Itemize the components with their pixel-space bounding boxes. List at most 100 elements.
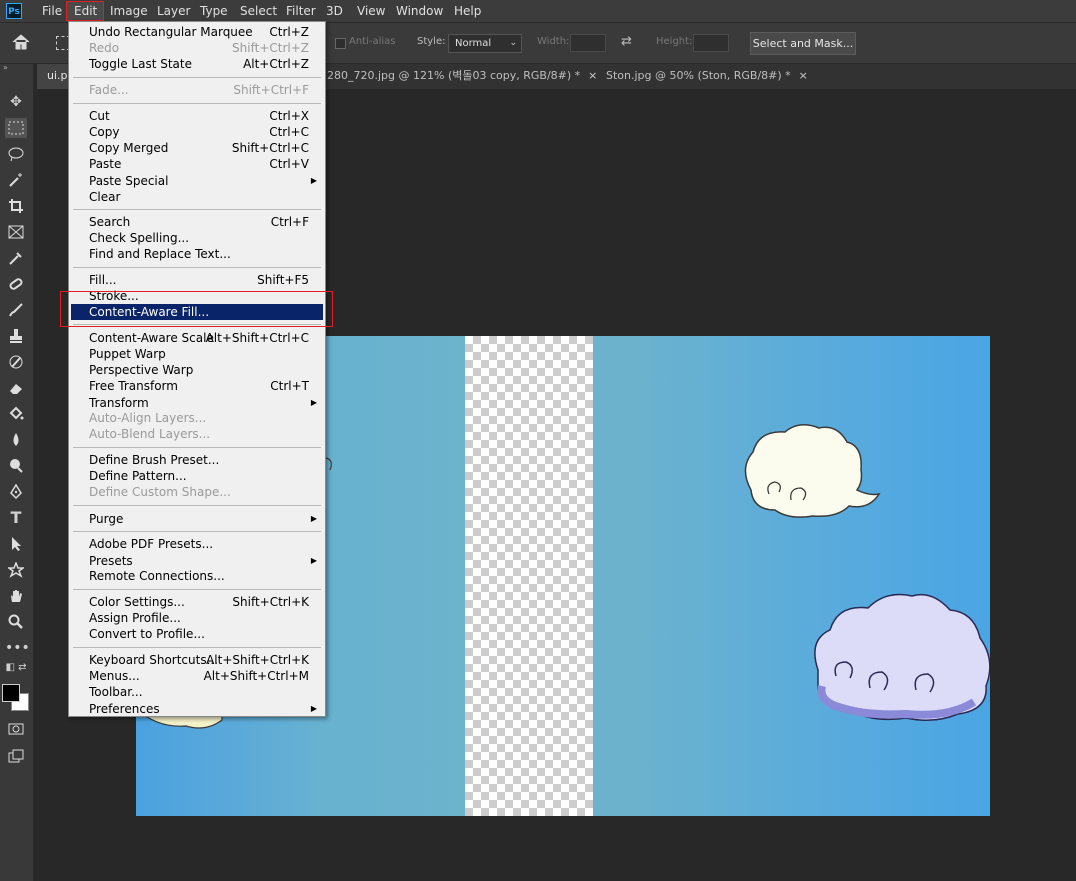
menu-item-check-spelling[interactable]: Check Spelling... [71, 230, 323, 246]
menu-item-purge[interactable]: Purge ▶ [71, 511, 323, 527]
hand-icon[interactable] [5, 586, 27, 606]
custom-shape-icon[interactable] [5, 560, 27, 580]
menu-item-paste-special[interactable]: Paste Special ▶ [71, 173, 323, 189]
tab-ston[interactable]: Ston.jpg @ 50% (Ston, RGB/8#) * × [606, 64, 808, 89]
menu-item-stroke[interactable]: Stroke... [71, 288, 323, 304]
select-and-mask-button[interactable]: Select and Mask... [750, 32, 856, 55]
style-label: Style: [417, 36, 446, 47]
menu-item-preferences[interactable]: Preferences ▶ [71, 701, 323, 717]
chevron-down-icon: ⌄ [509, 38, 517, 48]
dodge-icon[interactable] [5, 456, 27, 476]
menu-file[interactable]: File [42, 3, 62, 19]
frame-icon[interactable] [5, 222, 27, 242]
eraser-icon[interactable] [5, 378, 27, 398]
menu-separator [73, 447, 321, 448]
height-input[interactable] [693, 34, 729, 52]
menu-window[interactable]: Window [396, 3, 443, 19]
tab-label: Ston.jpg @ 50% (Ston, RGB/8#) * [606, 69, 791, 82]
eyedropper-icon[interactable] [5, 248, 27, 268]
menu-separator [73, 77, 321, 78]
path-selection-icon[interactable] [5, 534, 27, 554]
anti-alias-label: Anti-alias [349, 36, 396, 47]
menu-item-assign-profile[interactable]: Assign Profile... [71, 610, 323, 626]
menu-item-undo[interactable]: Undo Rectangular Marquee Ctrl+Z [71, 24, 323, 40]
menu-item-toggle-last-state[interactable]: Toggle Last State Alt+Ctrl+Z [71, 56, 323, 72]
style-dropdown[interactable]: Normal ⌄ [448, 34, 522, 53]
clone-stamp-icon[interactable] [5, 326, 27, 346]
menu-bar: Ps File Edit Image Layer Type Select Fil… [0, 0, 1076, 23]
close-icon[interactable]: × [588, 69, 597, 82]
rectangular-marquee-icon[interactable] [5, 118, 27, 138]
blur-icon[interactable] [5, 430, 27, 450]
tab-280-720[interactable]: 280_720.jpg @ 121% (벽돌03 copy, RGB/8#) *… [327, 64, 597, 89]
width-input[interactable] [570, 34, 606, 52]
menu-type[interactable]: Type [200, 3, 228, 19]
menu-edit[interactable]: Edit [74, 3, 97, 19]
anti-alias-checkbox[interactable] [335, 38, 346, 49]
menu-item-presets[interactable]: Presets ▶ [71, 553, 323, 569]
menu-view[interactable]: View [357, 3, 385, 19]
menu-separator [73, 324, 321, 325]
menu-item-fill[interactable]: Fill... Shift+F5 [71, 272, 323, 288]
toolbar-collapse-grip[interactable]: » [0, 64, 36, 74]
menu-item-adobe-pdf-presets[interactable]: Adobe PDF Presets... [71, 536, 323, 552]
default-colors-icon[interactable]: ◧ ⇄ [5, 662, 27, 674]
menu-item-color-settings[interactable]: Color Settings... Shift+Ctrl+K [71, 594, 323, 610]
width-label: Width: [537, 36, 570, 47]
more-tools-icon[interactable]: ••• [5, 638, 30, 658]
menu-item-cut[interactable]: Cut Ctrl+X [71, 108, 323, 124]
menu-item-keyboard-shortcuts[interactable]: Keyboard Shortcuts... Alt+Shift+Ctrl+K [71, 652, 323, 668]
menu-item-search[interactable]: Search Ctrl+F [71, 214, 323, 230]
menu-separator [73, 267, 321, 268]
paint-bucket-icon[interactable] [5, 404, 27, 424]
menu-item-copy-merged[interactable]: Copy Merged Shift+Ctrl+C [71, 140, 323, 156]
menu-separator [73, 647, 321, 648]
zoom-icon[interactable] [5, 612, 27, 632]
menu-help[interactable]: Help [454, 3, 481, 19]
tab-label: 280_720.jpg @ 121% (벽돌03 copy, RGB/8#) * [327, 69, 581, 82]
menu-item-free-transform[interactable]: Free Transform Ctrl+T [71, 378, 323, 394]
lasso-icon[interactable] [5, 144, 27, 164]
menu-item-paste[interactable]: Paste Ctrl+V [71, 156, 323, 172]
menu-image[interactable]: Image [110, 3, 148, 19]
menu-item-transform[interactable]: Transform ▶ [71, 395, 323, 411]
swap-width-height-icon[interactable]: ⇄ [621, 35, 637, 49]
menu-item-toolbar[interactable]: Toolbar... [71, 684, 323, 700]
close-icon[interactable]: × [799, 69, 808, 82]
menu-item-content-aware-scale[interactable]: Content-Aware Scale Alt+Shift+Ctrl+C [71, 330, 323, 346]
menu-layer[interactable]: Layer [157, 3, 190, 19]
menu-item-define-brush-preset[interactable]: Define Brush Preset... [71, 452, 323, 468]
move-icon[interactable]: ✥ [5, 92, 27, 112]
menu-separator [73, 103, 321, 104]
pen-icon[interactable] [5, 482, 27, 502]
menu-item-menus[interactable]: Menus... Alt+Shift+Ctrl+M [71, 668, 323, 684]
home-icon[interactable] [10, 33, 34, 53]
menu-item-find-replace[interactable]: Find and Replace Text... [71, 246, 323, 262]
screen-mode-icon[interactable] [5, 746, 27, 766]
menu-item-content-aware-fill[interactable]: Content-Aware Fill... [71, 304, 323, 320]
history-brush-icon[interactable] [5, 352, 27, 372]
menu-select[interactable]: Select [240, 3, 277, 19]
quick-mask-icon[interactable] [5, 719, 27, 739]
magic-wand-icon[interactable] [5, 170, 27, 190]
foreground-color-swatch[interactable] [2, 684, 20, 702]
menu-filter[interactable]: Filter [286, 3, 316, 19]
menu-item-define-pattern[interactable]: Define Pattern... [71, 468, 323, 484]
menu-item-puppet-warp[interactable]: Puppet Warp [71, 346, 323, 362]
transparent-area [465, 336, 593, 816]
menu-3d[interactable]: 3D [326, 3, 343, 19]
menu-separator [73, 209, 321, 210]
menu-item-convert-to-profile[interactable]: Convert to Profile... [71, 626, 323, 642]
brush-icon[interactable] [5, 300, 27, 320]
menu-item-clear[interactable]: Clear [71, 189, 323, 205]
healing-brush-icon[interactable] [5, 274, 27, 294]
menu-item-fade: Fade... Shift+Ctrl+F [89, 83, 309, 97]
lavender-cloud [814, 593, 990, 721]
submenu-arrow-icon: ▶ [310, 514, 317, 523]
crop-icon[interactable] [5, 196, 27, 216]
type-icon[interactable]: T [5, 508, 27, 528]
menu-item-remote-connections[interactable]: Remote Connections... [71, 568, 323, 584]
menu-item-perspective-warp[interactable]: Perspective Warp [71, 362, 323, 378]
tools-panel: » ✥ T ••• ◧ ⇄ [0, 64, 34, 881]
menu-item-copy[interactable]: Copy Ctrl+C [71, 124, 323, 140]
